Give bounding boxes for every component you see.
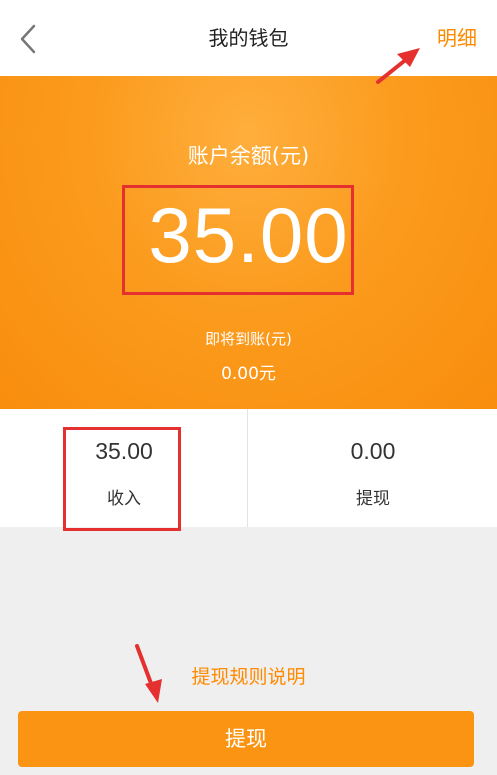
stats-divider <box>247 409 248 527</box>
income-value: 35.00 <box>95 438 153 464</box>
stats-panel: 35.00 收入 0.00 提现 <box>0 409 497 527</box>
withdraw-rules-link[interactable]: 提现规则说明 <box>0 664 497 690</box>
withdrawal-stat[interactable]: 0.00 提现 <box>249 409 497 527</box>
balance-panel: 账户余额(元) 35.00 即将到账(元) 0.00元 <box>0 76 497 409</box>
income-label: 收入 <box>107 489 141 509</box>
income-stat[interactable]: 35.00 收入 <box>0 409 248 527</box>
page-title: 我的钱包 <box>208 26 289 50</box>
withdrawal-label: 提现 <box>356 489 390 509</box>
withdraw-button[interactable]: 提现 <box>18 711 474 767</box>
pending-label: 即将到账(元) <box>205 330 292 348</box>
top-navigation-bar: 我的钱包 明细 <box>0 0 497 76</box>
pending-value: 0.00元 <box>221 364 276 384</box>
balance-amount: 35.00 <box>148 191 349 279</box>
balance-label: 账户余额(元) <box>187 144 310 168</box>
detail-link[interactable]: 明细 <box>437 24 477 52</box>
withdrawal-value: 0.00 <box>350 438 396 464</box>
